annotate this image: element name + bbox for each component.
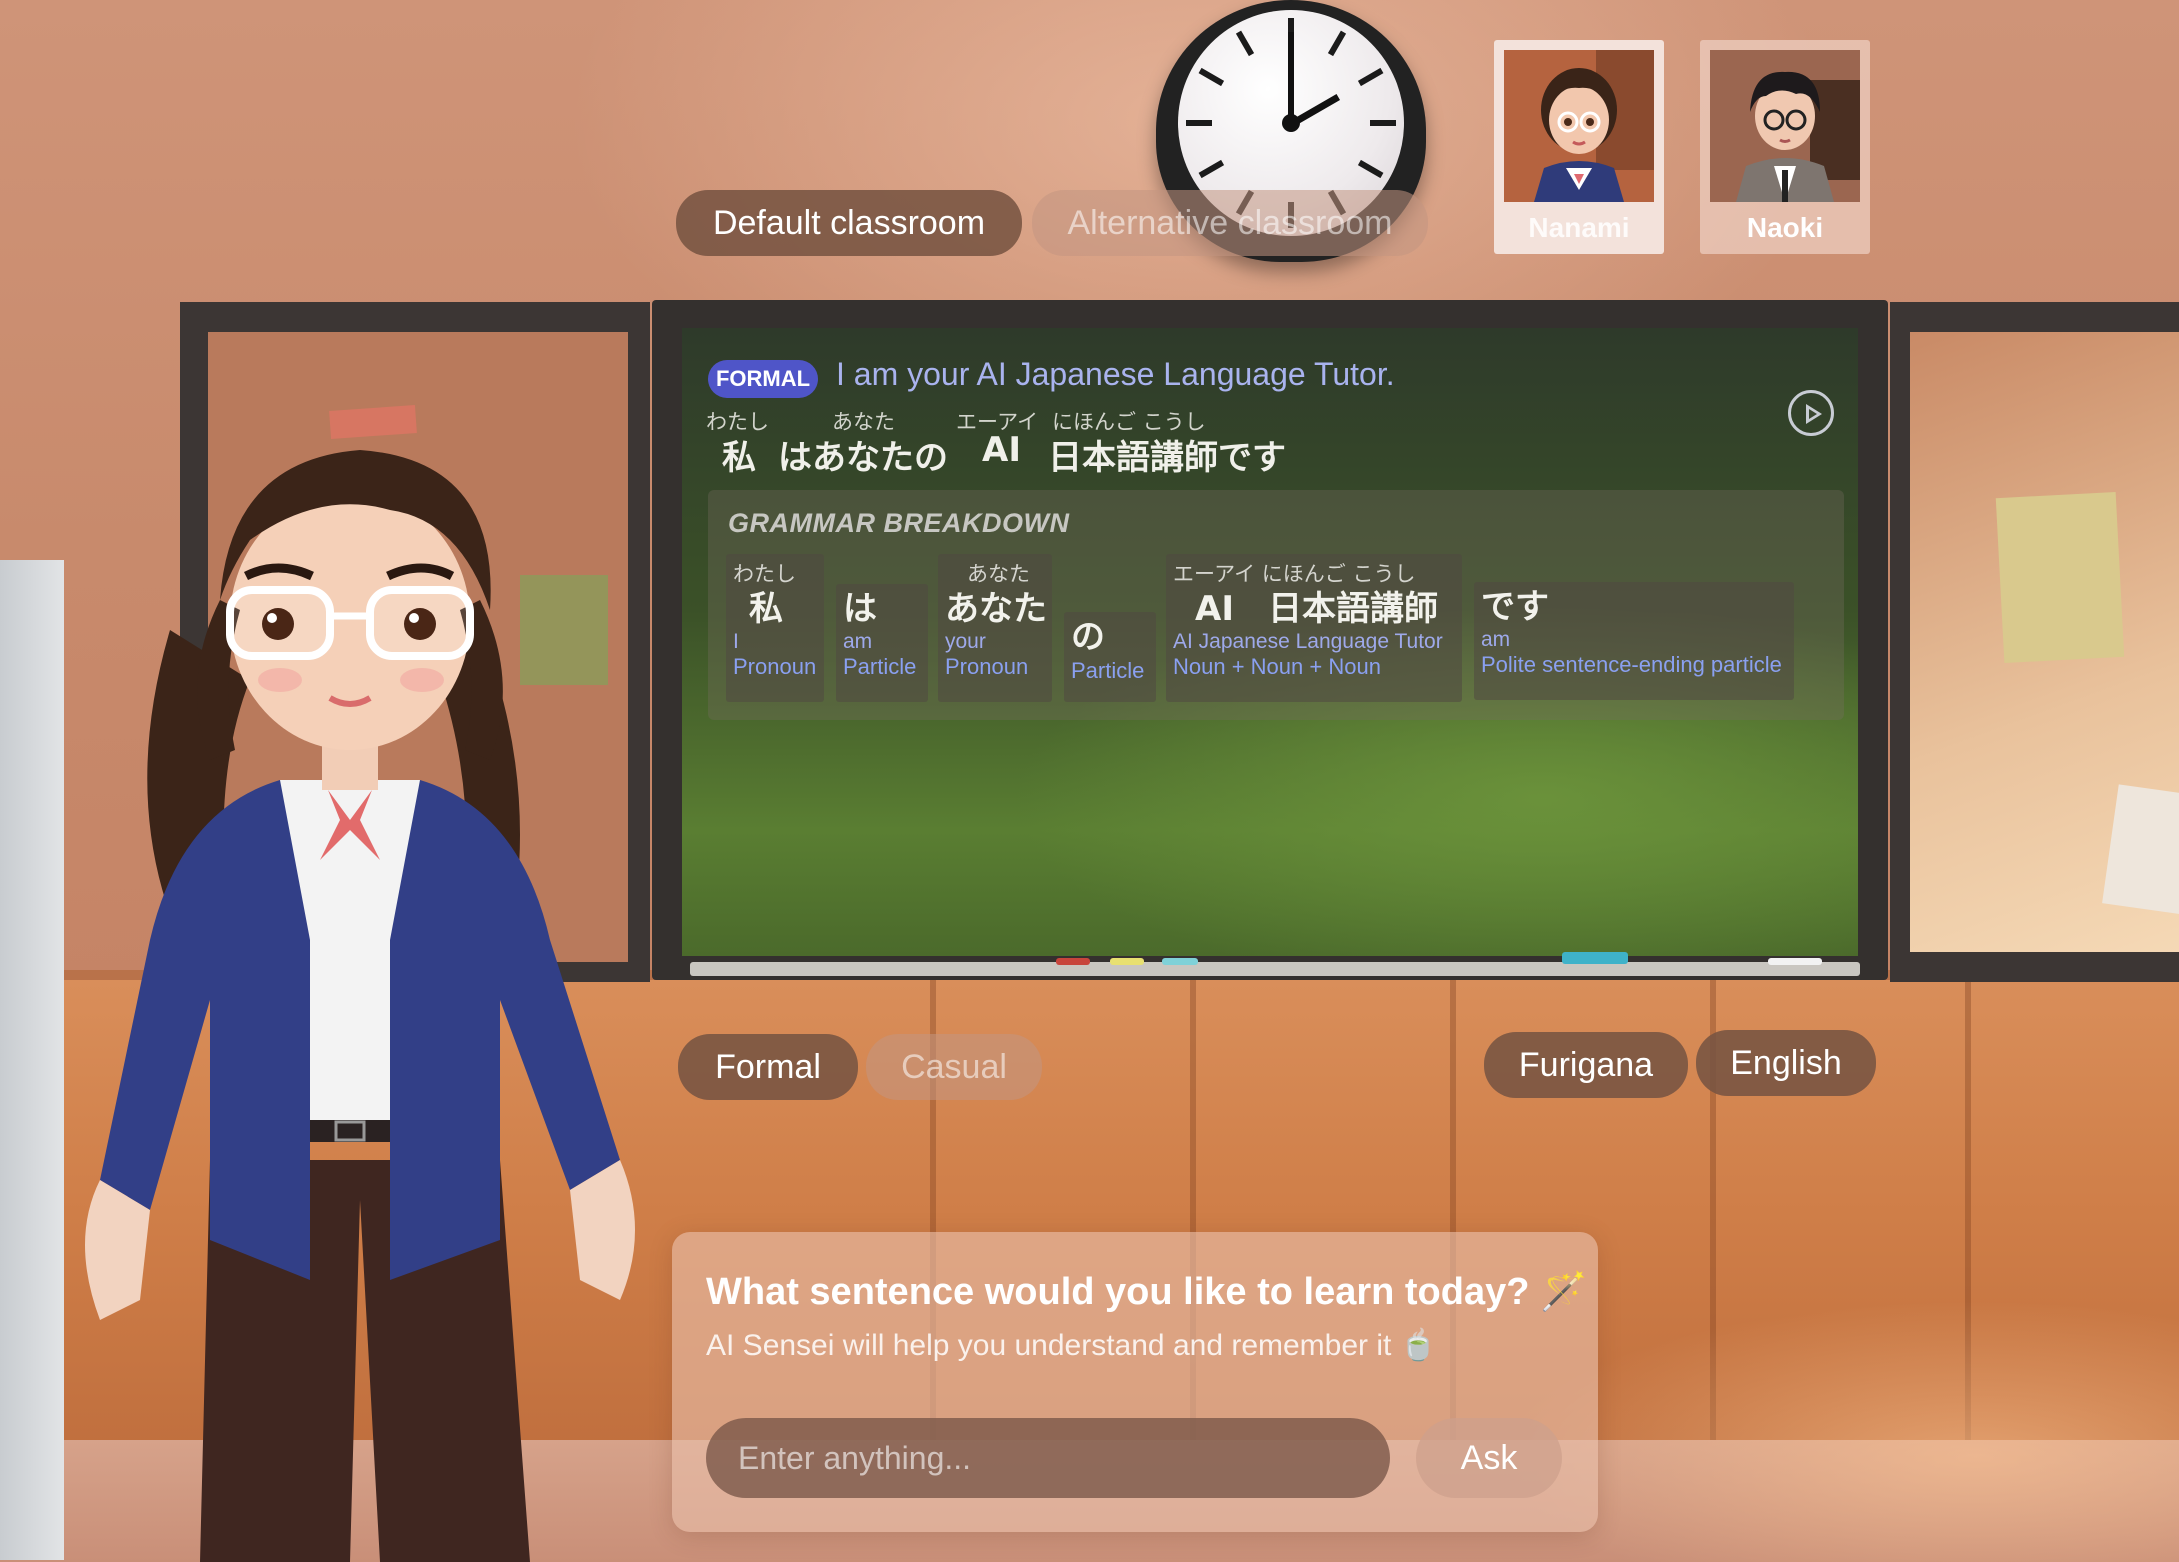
token-japanese: あなた [945,589,1047,629]
clock-tick [1357,159,1384,179]
eraser [1562,952,1628,964]
play-icon-inner [1809,409,1817,419]
clock-tick [1370,120,1396,126]
token-english: AI Japanese Language Tutor [1173,630,1443,653]
token-part-of-speech: Pronoun [945,654,1029,679]
token-furigana: エーアイ にほんご こうし [1173,562,1416,586]
sticky-note [1995,491,2125,664]
grammar-token[interactable]: エーアイ にほんご こうし AI 日本語講師 AI Japanese Langu… [1166,554,1462,702]
casual-toggle[interactable]: Casual [866,1034,1042,1100]
play-audio-button[interactable] [1788,390,1834,436]
grammar-token[interactable]: あなた あなた your Pronoun [938,554,1052,702]
token-english: am [843,630,873,653]
clock-tick [1327,30,1347,57]
token-part-of-speech: Pronoun [733,654,817,679]
clock-tick [1198,159,1225,179]
clock-tick [1198,67,1225,87]
ask-button[interactable]: Ask [1416,1418,1562,1498]
clock-tick [1186,120,1212,126]
clock-hub [1282,114,1300,132]
tutor-name-nanami: Nanami [1528,212,1630,243]
chalk-stick [1110,958,1144,965]
clock-tick [1357,67,1384,87]
sentence-word: 私 [722,438,756,478]
avatar-naoki [1710,50,1860,202]
chalk-stick [1768,958,1822,965]
avatar-nanami [1504,50,1654,202]
token-japanese: は [843,589,877,629]
token-japanese: の [1071,617,1105,657]
token-part-of-speech: Particle [843,654,917,679]
english-translation: I am your AI Japanese Language Tutor. [836,356,1395,392]
formal-toggle[interactable]: Formal [678,1034,858,1100]
furigana-toggle[interactable]: Furigana [1484,1032,1688,1098]
token-english: your [945,630,986,653]
token-furigana: あなた [967,562,1030,586]
sentence-word: 日本語講師です [1048,438,1286,478]
token-english: am [1481,628,1511,651]
formality-badge: FORMAL [708,360,818,398]
token-japanese: です [1481,587,1549,627]
token-furigana: わたし [733,562,796,586]
sentence-word: はあなたの [778,438,948,478]
token-english: I [733,630,739,653]
chalk-stick [1056,958,1090,965]
token-part-of-speech: Polite sentence-ending particle [1481,652,1782,677]
teacher-avatar-nanami [85,450,635,1562]
cabinet [0,560,64,1560]
sentence-word: AI [982,430,1021,470]
chalk-stick [1162,958,1198,965]
token-japanese: AI 日本語講師 [1195,589,1438,629]
english-toggle[interactable]: English [1696,1030,1876,1096]
ask-prompt-subtitle: AI Sensei will help you understand and r… [706,1329,1438,1362]
default-classroom-button[interactable]: Default classroom [676,190,1022,256]
grammar-breakdown-title: GRAMMAR BREAKDOWN [728,508,1070,538]
clock-minute-hand [1288,32,1294,124]
sentence-input[interactable] [706,1418,1390,1498]
alternative-classroom-button[interactable]: Alternative classroom [1032,190,1428,256]
tutor-card-nanami[interactable]: Nanami [1494,40,1664,254]
grammar-token[interactable]: わたし 私 I Pronoun [726,554,824,702]
token-japanese: 私 [749,589,783,629]
tutor-name-naoki: Naoki [1746,212,1824,243]
clock-tick [1235,30,1255,57]
token-part-of-speech: Noun + Noun + Noun [1173,654,1381,679]
tutor-card-naoki[interactable]: Naoki [1700,40,1870,254]
grammar-token[interactable]: は am Particle [836,584,928,702]
sunlight [1500,1300,2179,1562]
chalk-ledge [690,962,1860,976]
token-part-of-speech: Particle [1071,658,1145,683]
grammar-token[interactable]: の Particle [1064,612,1156,702]
ask-prompt-title: What sentence would you like to learn to… [706,1271,1588,1313]
grammar-token[interactable]: です am Polite sentence-ending particle [1474,582,1794,700]
